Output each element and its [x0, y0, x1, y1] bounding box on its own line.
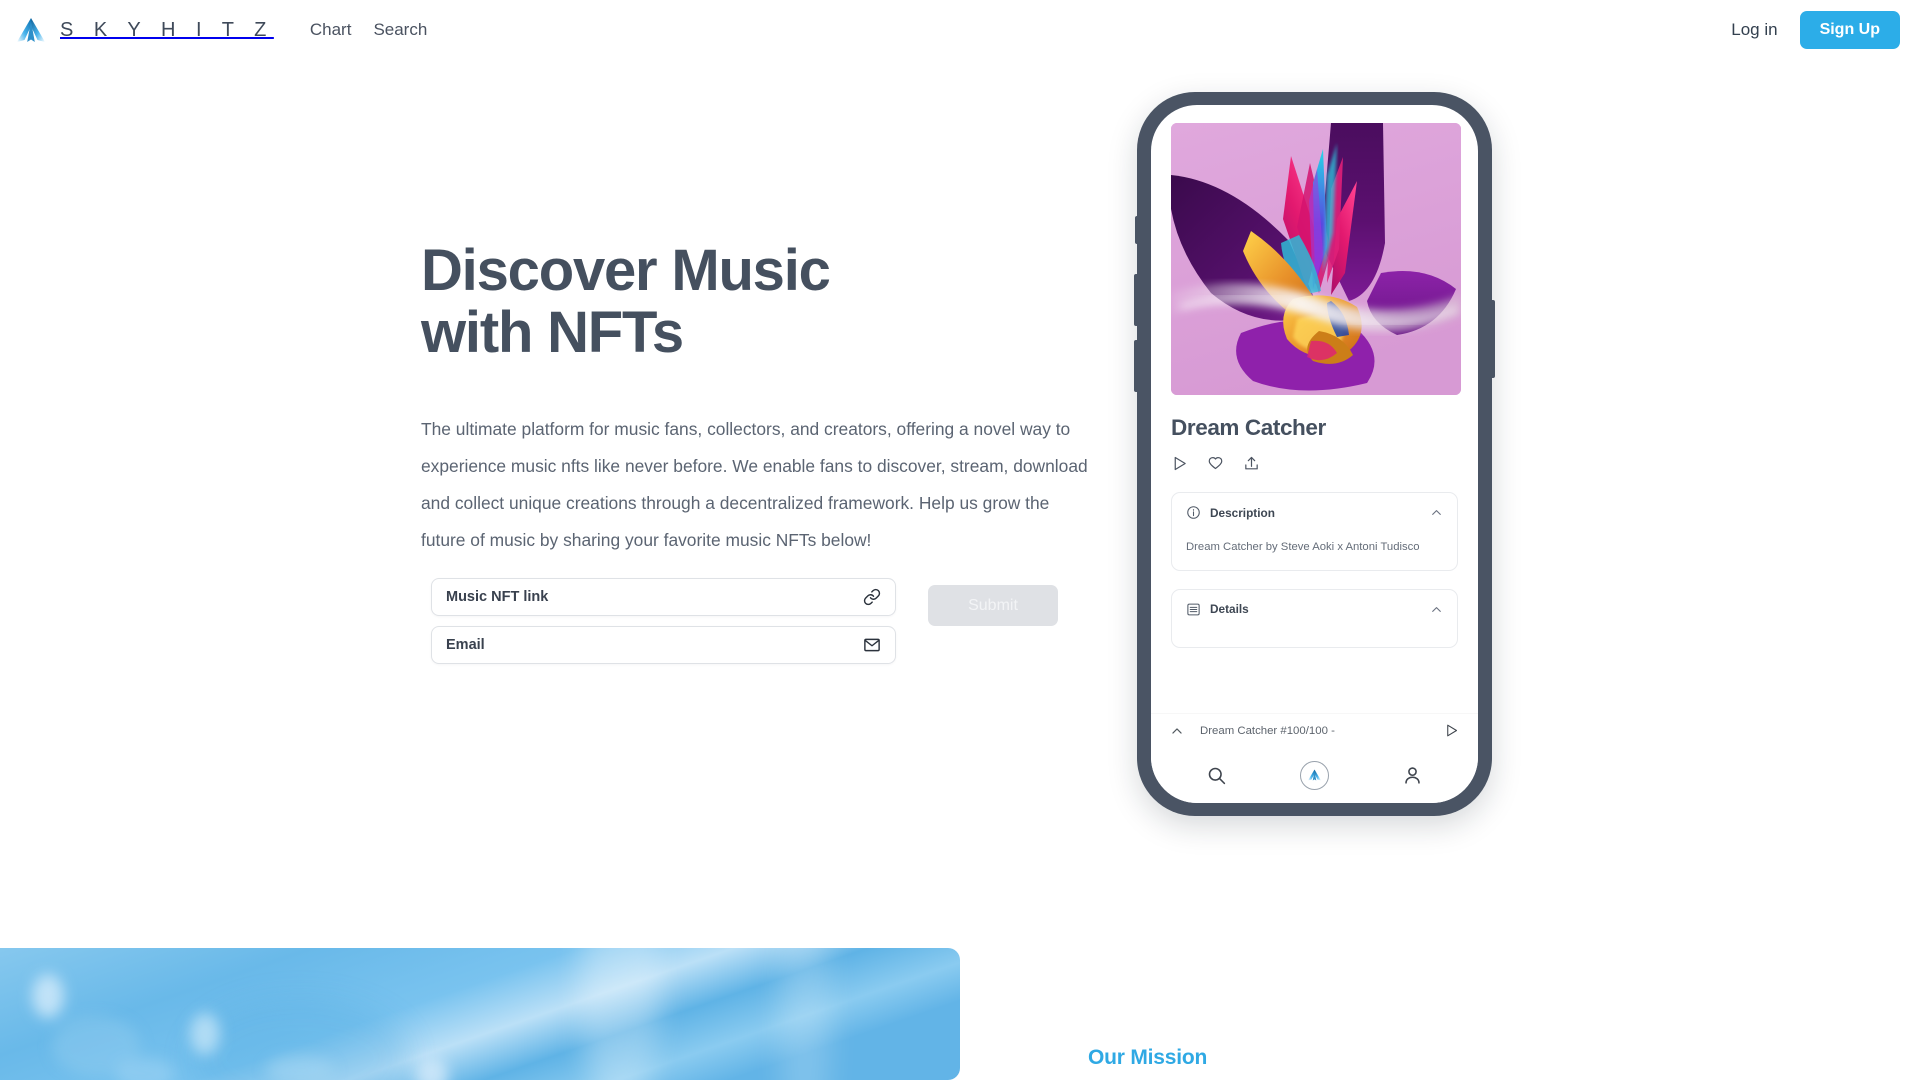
description-body: Dream Catcher by Steve Aoki x Antoni Tud…	[1186, 541, 1420, 553]
skyhitz-chevron-logo-icon	[17, 18, 45, 42]
skyhitz-chevron-logo-icon	[1307, 769, 1321, 781]
info-circle-icon	[1187, 506, 1200, 519]
nft-action-row	[1171, 455, 1458, 472]
phone-silent-switch	[1135, 216, 1139, 244]
link-icon	[863, 588, 881, 606]
nft-artwork-image	[1171, 123, 1461, 395]
nav-item-chart[interactable]: Chart	[310, 20, 352, 40]
phone-screen: Dream Catcher Description Dream Catcher …	[1151, 105, 1478, 803]
phone-volume-up-button	[1134, 274, 1139, 326]
music-nft-link-field[interactable]	[431, 578, 896, 616]
site-header: S K Y H I T Z Chart Search Log in Sign U…	[0, 0, 1920, 60]
play-icon[interactable]	[1171, 455, 1188, 472]
description-accordion[interactable]: Description Dream Catcher by Steve Aoki …	[1171, 492, 1458, 571]
login-link[interactable]: Log in	[1731, 20, 1777, 40]
hero-title-line-1: Discover Music	[421, 238, 831, 303]
submit-nft-form: Submit	[431, 578, 1058, 664]
play-icon[interactable]	[1444, 723, 1459, 738]
brand-wordmark: S K Y H I T Z	[60, 18, 274, 41]
description-label: Description	[1210, 505, 1275, 520]
bottom-tab-bar	[1151, 747, 1478, 803]
phone-mockup: Dream Catcher Description Dream Catcher …	[1134, 92, 1495, 816]
mission-heading: Our Mission	[1088, 1046, 1208, 1069]
description-accordion-header[interactable]: Description	[1186, 505, 1443, 520]
brand-logo-link[interactable]: S K Y H I T Z	[14, 14, 274, 46]
user-icon[interactable]	[1402, 765, 1423, 786]
tab-home-button[interactable]	[1299, 760, 1329, 790]
primary-nav: Chart Search	[310, 20, 427, 40]
details-accordion-header[interactable]: Details	[1186, 602, 1443, 617]
details-accordion[interactable]: Details	[1171, 588, 1458, 648]
chevron-up-icon[interactable]	[1430, 603, 1443, 616]
blue-bokeh-image	[0, 948, 960, 1080]
heart-icon[interactable]	[1207, 455, 1224, 472]
email-field[interactable]	[431, 626, 896, 664]
nft-artwork[interactable]	[1171, 123, 1461, 395]
chevron-up-icon[interactable]	[1170, 724, 1184, 738]
hero-paragraph: The ultimate platform for music fans, co…	[421, 419, 1088, 550]
form-fields	[431, 578, 896, 664]
phone-power-button	[1490, 300, 1495, 378]
mini-player-bar[interactable]: Dream Catcher #100/100 -	[1151, 713, 1478, 747]
now-playing-title: Dream Catcher #100/100 -	[1200, 724, 1335, 737]
nav-item-search[interactable]: Search	[373, 20, 427, 40]
chevron-up-icon[interactable]	[1430, 506, 1443, 519]
envelope-icon	[864, 638, 880, 652]
nft-title: Dream Catcher	[1171, 415, 1326, 440]
search-icon[interactable]	[1206, 765, 1227, 786]
hero-section: Discover Music with NFTs The ultimate pl…	[421, 238, 1121, 559]
signup-button[interactable]: Sign Up	[1799, 11, 1900, 49]
music-nft-link-input[interactable]	[446, 589, 863, 605]
phone-volume-down-button	[1134, 340, 1139, 392]
submit-button[interactable]: Submit	[928, 585, 1058, 626]
details-label: Details	[1210, 602, 1249, 617]
landing-page: S K Y H I T Z Chart Search Log in Sign U…	[0, 0, 1920, 1080]
hero-title-line-2: with NFTs	[421, 300, 684, 366]
page-title: Discover Music with NFTs	[421, 238, 1121, 366]
header-actions: Log in Sign Up	[1731, 0, 1900, 60]
mission-banner-image	[0, 948, 960, 1080]
share-icon[interactable]	[1243, 455, 1260, 472]
list-icon	[1187, 603, 1200, 616]
email-input[interactable]	[446, 637, 863, 653]
